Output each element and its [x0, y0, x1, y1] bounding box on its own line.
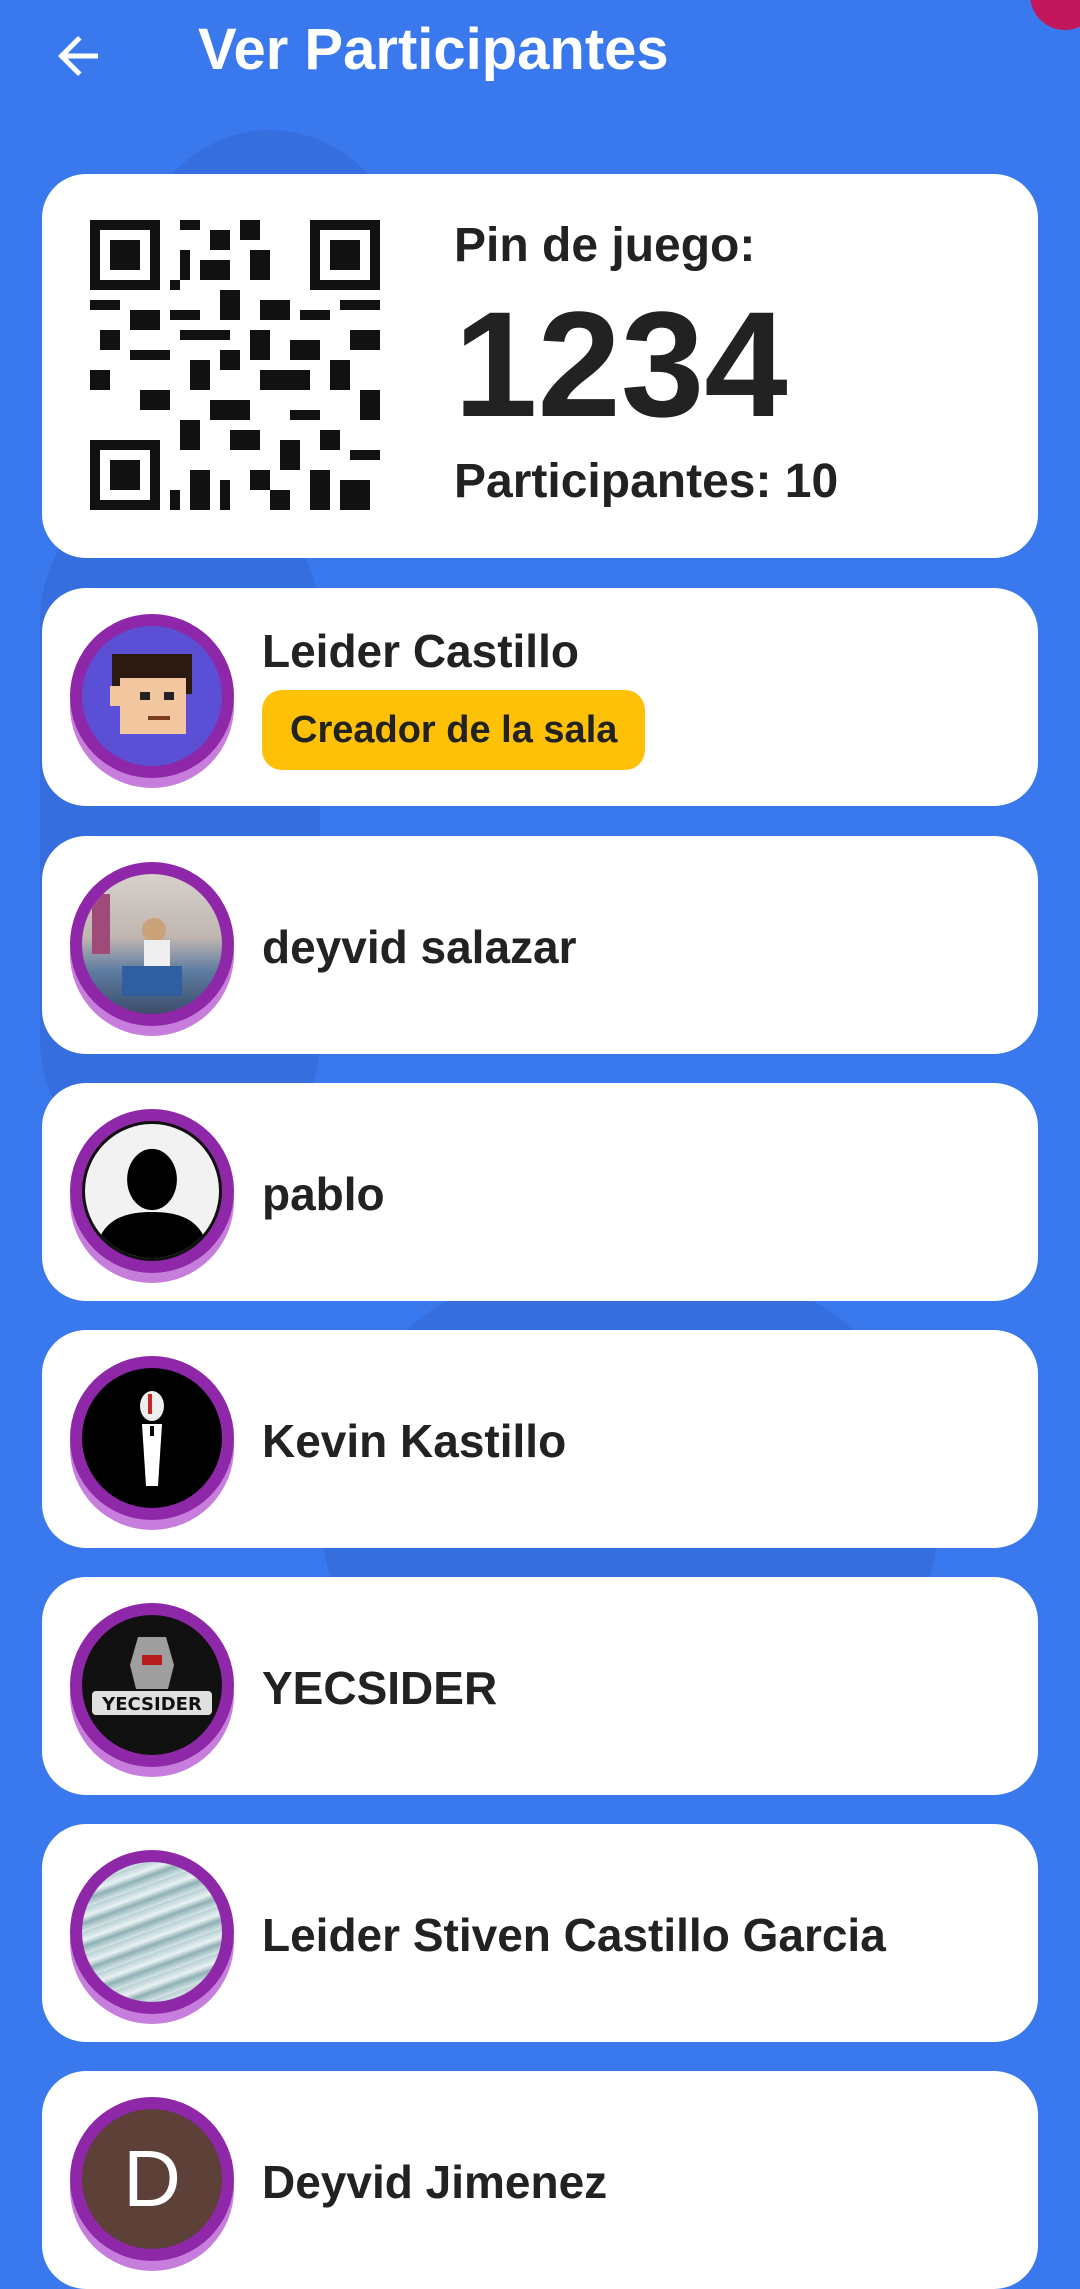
yecsider-logo-icon: YECSIDER [92, 1637, 212, 1715]
avatar [70, 614, 234, 790]
avatar-initial: D [82, 2109, 222, 2249]
back-arrow-icon[interactable] [48, 26, 108, 86]
participant-card[interactable]: D Deyvid Jimenez [42, 2071, 1038, 2289]
app-bar: Ver Participantes [0, 0, 1080, 110]
room-creator-badge: Creador de la sala [262, 690, 646, 770]
avatar [70, 862, 234, 1038]
participant-card[interactable]: deyvid salazar [42, 836, 1038, 1054]
avatar: YECSIDER [70, 1603, 234, 1779]
background-shape [40, 480, 320, 1180]
avatar [70, 1109, 234, 1285]
avatar [70, 1356, 234, 1532]
svg-text:YECSIDER: YECSIDER [101, 1694, 202, 1715]
suit-figure-avatar-icon [140, 1391, 164, 1486]
participant-name: YECSIDER [262, 1662, 498, 1714]
pin-value: 1234 [454, 280, 788, 448]
avatar [70, 1850, 234, 2026]
participant-name: Leider Castillo [262, 625, 579, 677]
photo-avatar-icon [92, 894, 182, 996]
participant-card[interactable]: Leider Stiven Castillo Garcia [42, 1824, 1038, 2042]
participant-card[interactable]: Kevin Kastillo [42, 1330, 1038, 1548]
participant-card[interactable]: YECSIDER YECSIDER [42, 1577, 1038, 1795]
pixel-character-avatar-icon [110, 654, 192, 734]
default-user-silhouette-icon [94, 1148, 210, 1258]
page-title: Ver Participantes [198, 17, 669, 82]
participant-card[interactable]: Leider Castillo Creador de la sala [42, 588, 1038, 806]
qr-code[interactable] [90, 220, 380, 510]
game-pin-card: Pin de juego: 1234 Participantes: 10 [42, 174, 1038, 558]
participant-name: pablo [262, 1168, 385, 1220]
participant-card[interactable]: pablo [42, 1083, 1038, 1301]
participant-name: Deyvid Jimenez [262, 2156, 608, 2208]
participant-name: deyvid salazar [262, 921, 577, 973]
pin-label: Pin de juego: [454, 219, 756, 272]
participant-name: Kevin Kastillo [262, 1415, 567, 1467]
avatar: D [70, 2097, 234, 2273]
participant-name: Leider Stiven Castillo Garcia [262, 1909, 886, 1961]
participant-count: Participantes: 10 [454, 455, 839, 508]
